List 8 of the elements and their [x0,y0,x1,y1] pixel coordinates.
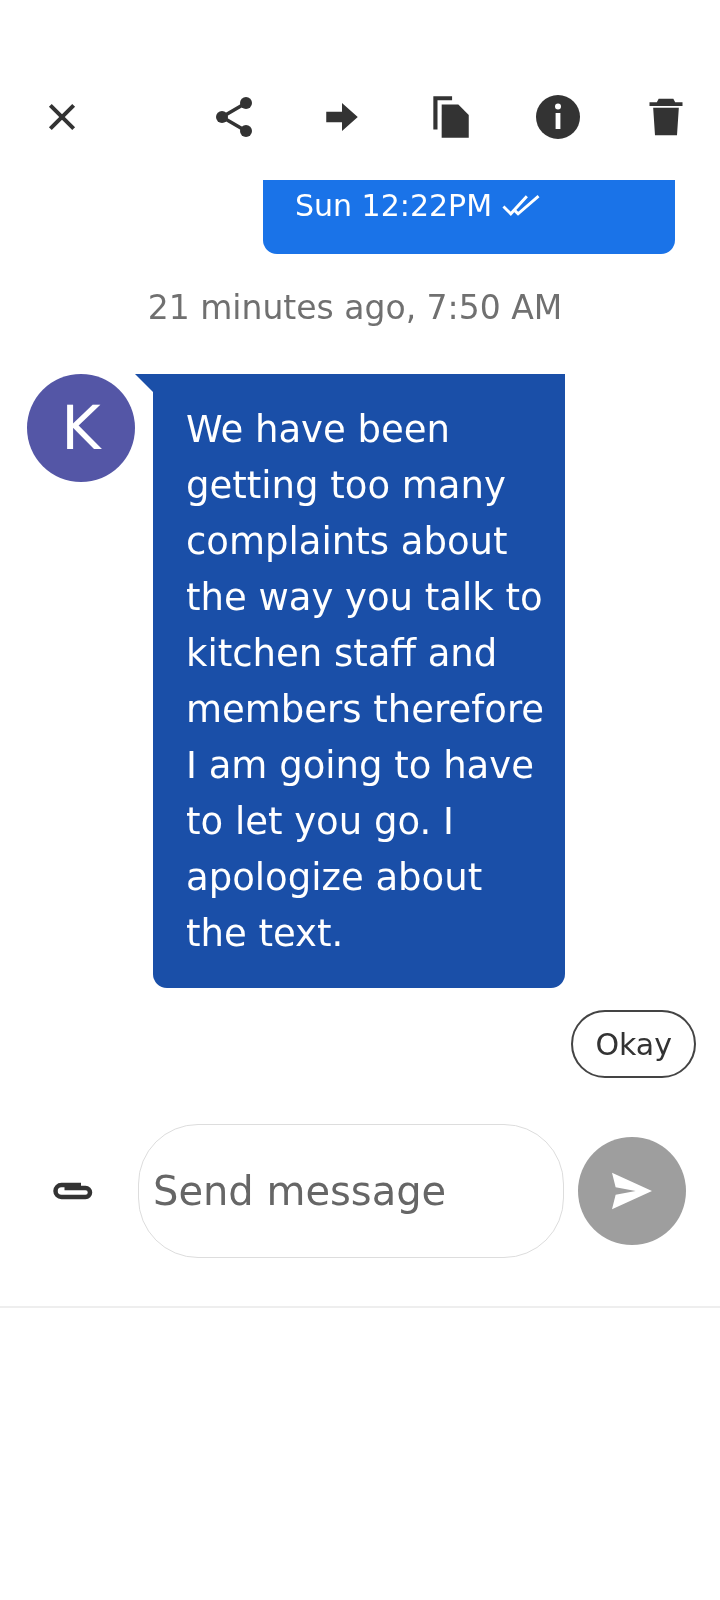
message-field[interactable]: Send message [138,1124,564,1258]
avatar[interactable]: K [27,374,135,482]
message-time: Sun 12:22PM [295,188,493,223]
suggestion-chip[interactable]: Okay [571,1010,696,1078]
timestamp: 21 minutes ago, 7:50 AM [146,287,564,329]
send-icon [610,1171,654,1211]
message-bubble: We have been getting too many complaints about the way you talk to kitchen staff and members therefore I am going to have to let you go. I apologize about the text. [153,374,565,988]
info-icon[interactable] [534,93,582,141]
